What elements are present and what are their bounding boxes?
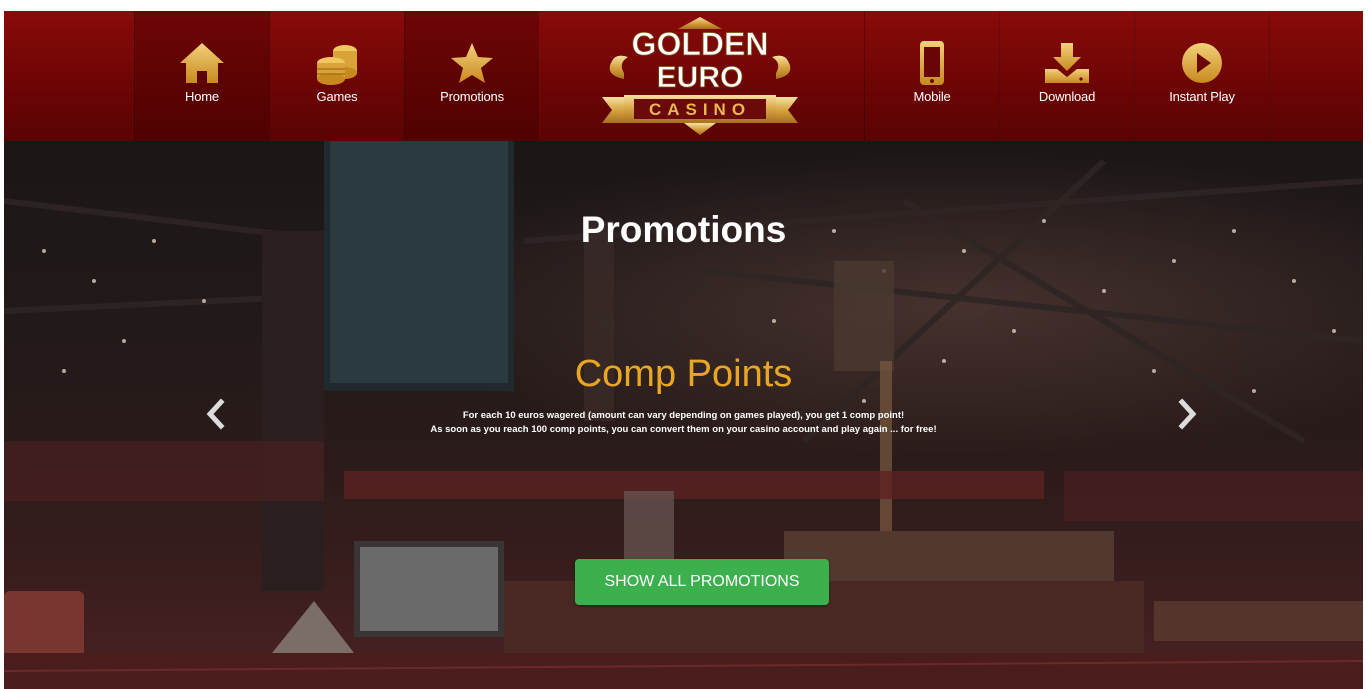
phone-icon [920, 41, 944, 85]
nav-instant-play[interactable]: Instant Play [1134, 11, 1270, 141]
logo-line2: EURO [657, 61, 744, 94]
coins-icon [317, 45, 357, 85]
nav-promotions[interactable]: Promotions [404, 11, 540, 141]
page-title: Promotions [580, 209, 787, 250]
play-icon [1182, 43, 1222, 83]
nav-mobile[interactable]: Mobile [864, 11, 1000, 141]
top-navbar: Home Games Promotions GOLDEN EURO CASINO… [4, 11, 1363, 142]
chevron-right-icon[interactable] [1172, 397, 1202, 431]
logo-line1: GOLDEN [632, 26, 769, 62]
nav-games[interactable]: Games [269, 11, 405, 141]
nav-instant-play-label: Instant Play [1169, 89, 1235, 104]
nav-download-label: Download [1038, 89, 1096, 104]
nav-download[interactable]: Download [999, 11, 1135, 141]
home-icon [180, 43, 224, 83]
star-icon [451, 43, 493, 83]
page: Home Games Promotions GOLDEN EURO CASINO… [4, 11, 1363, 689]
nav-mobile-label: Mobile [913, 89, 951, 104]
golden-euro-casino-logo[interactable]: GOLDEN EURO CASINO [594, 13, 806, 139]
nav-divider [1269, 11, 1270, 141]
nav-games-label: Games [316, 89, 358, 104]
show-all-promotions-button[interactable]: SHOW ALL PROMOTIONS [575, 559, 829, 605]
download-icon [1045, 43, 1089, 83]
promo-title: Comp Points [574, 353, 793, 395]
chevron-left-icon[interactable] [201, 397, 231, 431]
hero-carousel: Promotions Comp Points For each 10 euros… [4, 141, 1363, 689]
nav-home-label: Home [185, 89, 219, 104]
nav-promotions-label: Promotions [440, 89, 504, 104]
logo-line3: CASINO [649, 100, 751, 119]
nav-home[interactable]: Home [134, 11, 270, 141]
